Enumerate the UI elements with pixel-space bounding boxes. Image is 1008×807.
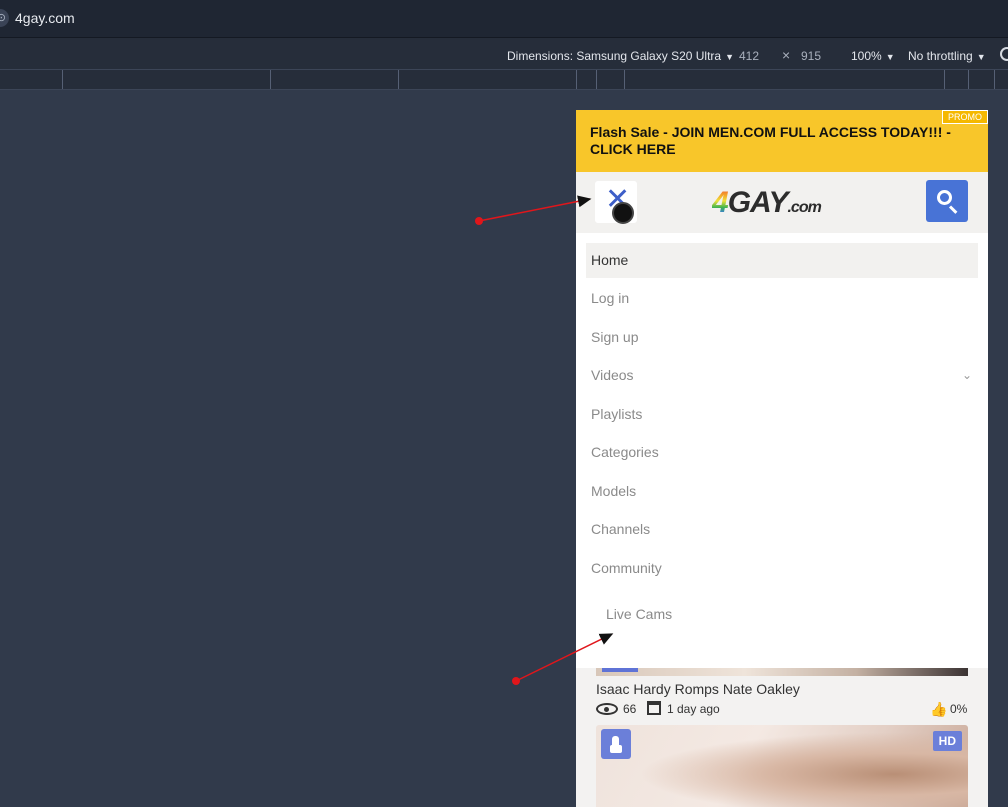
- height-input[interactable]: 915: [801, 49, 821, 63]
- site-header: ✕ 4GAY.com: [576, 172, 988, 233]
- search-icon-handle: [948, 205, 958, 214]
- ruler-tick: [270, 70, 271, 89]
- touch-icon-palm: [610, 745, 622, 753]
- menu-item-home[interactable]: Home: [586, 243, 978, 278]
- promo-tag: PROMO: [941, 110, 988, 124]
- hd-badge: HD: [932, 731, 962, 751]
- video-thumbnail[interactable]: HD: [596, 725, 968, 807]
- logo-suffix: .com: [787, 199, 821, 216]
- menu-item-community[interactable]: Community: [586, 551, 978, 586]
- caret-down-icon: ▼: [976, 52, 986, 62]
- mobile-viewport: Flash Sale - JOIN MEN.COM FULL ACCESS TO…: [576, 110, 988, 807]
- video-list: Isaac Hardy Romps Nate Oakley 66 1 day a…: [576, 668, 988, 807]
- menu-item-channels[interactable]: Channels: [586, 512, 978, 547]
- promo-banner[interactable]: Flash Sale - JOIN MEN.COM FULL ACCESS TO…: [576, 110, 988, 172]
- menu-item-videos[interactable]: Videos ⌄: [586, 358, 978, 393]
- touch-icon: [601, 729, 631, 759]
- logo-number: 4: [712, 186, 729, 219]
- video-title[interactable]: Isaac Hardy Romps Nate Oakley: [596, 681, 800, 697]
- ruler-tick: [968, 70, 969, 89]
- calendar-icon: [647, 701, 661, 715]
- browser-address-bar: ⊙ 4gay.com: [0, 0, 1008, 38]
- view-count: 66: [623, 702, 637, 716]
- search-icon: [937, 190, 952, 205]
- width-input[interactable]: 412: [739, 49, 759, 63]
- device-dimensions-select[interactable]: Dimensions: Samsung Galaxy S20 Ultra ▼: [507, 49, 734, 63]
- menu-item-log-in[interactable]: Log in: [586, 281, 978, 316]
- menu-item-live-cams[interactable]: Live Cams: [606, 606, 672, 622]
- rotate-icon[interactable]: [1000, 47, 1008, 61]
- menu-item-videos-label: Videos: [591, 367, 634, 383]
- zoom-label: 100%: [851, 49, 882, 63]
- ruler-tick: [944, 70, 945, 89]
- logo-text: GAY: [727, 186, 789, 219]
- times-icon: ×: [782, 47, 791, 63]
- menu-item-models[interactable]: Models: [586, 474, 978, 509]
- annotation-arrow-close: [475, 195, 592, 225]
- like-percentage: 0%: [950, 702, 968, 716]
- ruler-tick: [576, 70, 577, 89]
- thumbs-up-icon: 👍: [930, 701, 948, 717]
- chevron-down-icon[interactable]: ⌄: [962, 358, 972, 393]
- thumbnail-badge: [602, 668, 638, 672]
- device-toolbar: Dimensions: Samsung Galaxy S20 Ultra ▼ 41…: [0, 38, 1008, 69]
- ruler-tick: [624, 70, 625, 89]
- cursor-dot-icon: [612, 202, 634, 224]
- zoom-select[interactable]: 100% ▼: [851, 49, 895, 63]
- site-logo[interactable]: 4GAY.com: [712, 186, 822, 220]
- eye-icon: [596, 703, 618, 715]
- device-dimensions-label: Dimensions: Samsung Galaxy S20 Ultra: [507, 49, 722, 63]
- caret-down-icon: ▼: [885, 52, 895, 62]
- upload-date: 1 day ago: [667, 702, 720, 716]
- search-button[interactable]: [926, 180, 968, 222]
- menu-item-playlists[interactable]: Playlists: [586, 397, 978, 432]
- ruler-tick: [596, 70, 597, 89]
- ruler-tick: [62, 70, 63, 89]
- site-info-icon[interactable]: ⊙: [0, 9, 9, 27]
- address-text[interactable]: 4gay.com: [15, 10, 75, 26]
- menu-item-categories[interactable]: Categories: [586, 435, 978, 470]
- throttling-select[interactable]: No throttling ▼: [908, 49, 986, 63]
- close-menu-button[interactable]: ✕: [595, 181, 637, 224]
- caret-down-icon: ▼: [725, 52, 735, 62]
- throttling-label: No throttling: [908, 49, 973, 63]
- nav-menu: Home Log in Sign up Videos ⌄ Playlists C…: [576, 233, 988, 668]
- promo-text[interactable]: Flash Sale - JOIN MEN.COM FULL ACCESS TO…: [590, 124, 960, 158]
- media-query-ruler[interactable]: [0, 69, 1008, 90]
- ruler-tick: [994, 70, 995, 89]
- menu-item-sign-up[interactable]: Sign up: [586, 320, 978, 355]
- video-meta: 66 1 day ago 👍 0%: [596, 701, 968, 717]
- video-thumbnail[interactable]: [596, 668, 968, 676]
- ruler-tick: [398, 70, 399, 89]
